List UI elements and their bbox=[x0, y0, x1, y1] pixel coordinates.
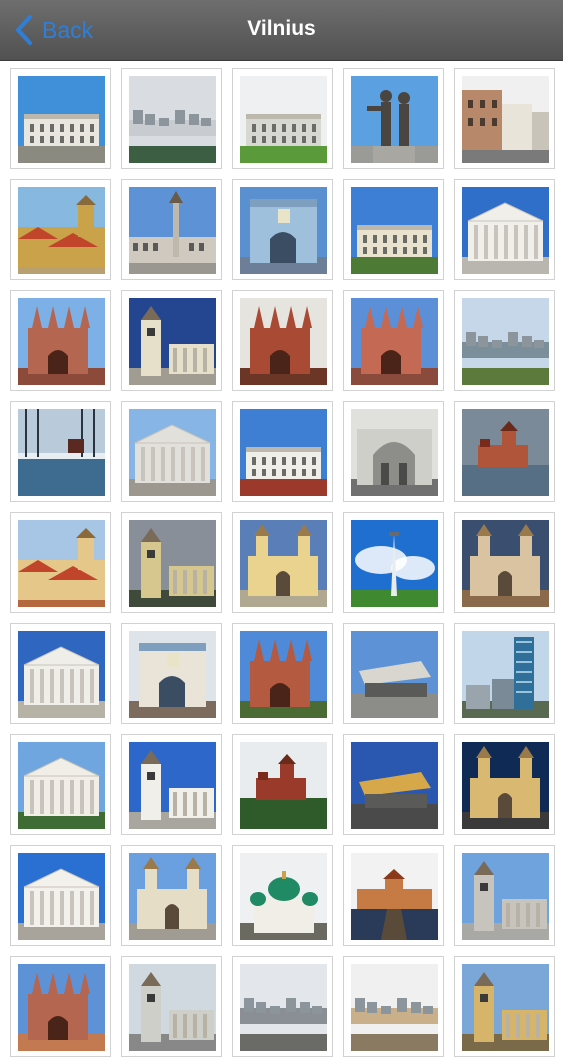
photo-image bbox=[18, 964, 105, 1051]
photo-thumbnail[interactable] bbox=[343, 845, 444, 946]
photo-image bbox=[462, 76, 549, 163]
photo-image bbox=[351, 187, 438, 274]
photo-thumbnail[interactable] bbox=[232, 956, 333, 1057]
photo-thumbnail[interactable] bbox=[10, 401, 111, 502]
photo-thumbnail[interactable] bbox=[10, 956, 111, 1057]
photo-image bbox=[129, 742, 216, 829]
photo-image bbox=[462, 520, 549, 607]
photo-image bbox=[462, 964, 549, 1051]
photo-image bbox=[129, 853, 216, 940]
photo-image bbox=[462, 187, 549, 274]
photo-image bbox=[18, 298, 105, 385]
photo-image bbox=[240, 631, 327, 718]
photo-thumbnail[interactable] bbox=[232, 512, 333, 613]
photo-thumbnail[interactable] bbox=[10, 290, 111, 391]
photo-image bbox=[240, 409, 327, 496]
photo-image bbox=[351, 964, 438, 1051]
photo-thumbnail[interactable] bbox=[454, 512, 555, 613]
photo-thumbnail[interactable] bbox=[343, 179, 444, 280]
photo-thumbnail[interactable] bbox=[10, 68, 111, 169]
photo-thumbnail[interactable] bbox=[10, 623, 111, 724]
photo-image bbox=[18, 631, 105, 718]
photo-thumbnail[interactable] bbox=[343, 956, 444, 1057]
photo-thumbnail[interactable] bbox=[121, 623, 222, 724]
photo-thumbnail[interactable] bbox=[10, 179, 111, 280]
photo-thumbnail[interactable] bbox=[343, 290, 444, 391]
photo-thumbnail[interactable] bbox=[232, 290, 333, 391]
photo-thumbnail[interactable] bbox=[232, 845, 333, 946]
photo-thumbnail[interactable] bbox=[454, 845, 555, 946]
photo-image bbox=[129, 964, 216, 1051]
photo-thumbnail[interactable] bbox=[232, 401, 333, 502]
photo-thumbnail[interactable] bbox=[232, 179, 333, 280]
photo-thumbnail[interactable] bbox=[232, 734, 333, 835]
photo-image bbox=[240, 853, 327, 940]
photo-thumbnail[interactable] bbox=[343, 512, 444, 613]
photo-image bbox=[240, 298, 327, 385]
photo-thumbnail[interactable] bbox=[121, 290, 222, 391]
photo-image bbox=[129, 298, 216, 385]
photo-thumbnail[interactable] bbox=[121, 512, 222, 613]
photo-image bbox=[240, 964, 327, 1051]
photo-image bbox=[18, 742, 105, 829]
page-title: Vilnius bbox=[247, 17, 316, 40]
photo-thumbnail[interactable] bbox=[121, 845, 222, 946]
photo-image bbox=[240, 742, 327, 829]
photo-thumbnail[interactable] bbox=[454, 401, 555, 502]
photo-thumbnail[interactable] bbox=[454, 68, 555, 169]
photo-image bbox=[18, 520, 105, 607]
photo-image bbox=[351, 298, 438, 385]
photo-thumbnail[interactable] bbox=[343, 623, 444, 724]
photo-thumbnail[interactable] bbox=[121, 179, 222, 280]
photo-grid bbox=[10, 68, 555, 1057]
photo-thumbnail[interactable] bbox=[343, 734, 444, 835]
photo-thumbnail[interactable] bbox=[232, 623, 333, 724]
photo-image bbox=[18, 853, 105, 940]
photo-image bbox=[351, 853, 438, 940]
photo-thumbnail[interactable] bbox=[121, 956, 222, 1057]
photo-image bbox=[129, 631, 216, 718]
photo-image bbox=[462, 631, 549, 718]
photo-thumbnail[interactable] bbox=[454, 290, 555, 391]
photo-thumbnail[interactable] bbox=[121, 401, 222, 502]
photo-image bbox=[351, 76, 438, 163]
photo-image bbox=[129, 187, 216, 274]
photo-thumbnail[interactable] bbox=[10, 512, 111, 613]
photo-image bbox=[240, 187, 327, 274]
photo-image bbox=[351, 520, 438, 607]
photo-image bbox=[351, 742, 438, 829]
photo-image bbox=[462, 853, 549, 940]
photo-thumbnail[interactable] bbox=[454, 734, 555, 835]
photo-thumbnail[interactable] bbox=[10, 845, 111, 946]
photo-image bbox=[240, 520, 327, 607]
photo-image bbox=[462, 742, 549, 829]
photo-thumbnail[interactable] bbox=[454, 623, 555, 724]
photo-thumbnail[interactable] bbox=[343, 401, 444, 502]
photo-image bbox=[18, 76, 105, 163]
photo-image bbox=[18, 409, 105, 496]
photo-image bbox=[351, 409, 438, 496]
photo-thumbnail[interactable] bbox=[121, 734, 222, 835]
navigation-bar: Back Vilnius bbox=[0, 0, 563, 61]
photo-image bbox=[129, 520, 216, 607]
photo-image bbox=[129, 409, 216, 496]
photo-image bbox=[351, 631, 438, 718]
photo-thumbnail[interactable] bbox=[121, 68, 222, 169]
photo-image bbox=[462, 298, 549, 385]
photo-image bbox=[18, 187, 105, 274]
photo-image bbox=[129, 76, 216, 163]
photo-image bbox=[462, 409, 549, 496]
photo-image bbox=[240, 76, 327, 163]
photo-thumbnail[interactable] bbox=[10, 734, 111, 835]
photo-thumbnail[interactable] bbox=[232, 68, 333, 169]
photo-thumbnail[interactable] bbox=[343, 68, 444, 169]
photo-thumbnail[interactable] bbox=[454, 179, 555, 280]
photo-thumbnail[interactable] bbox=[454, 956, 555, 1057]
